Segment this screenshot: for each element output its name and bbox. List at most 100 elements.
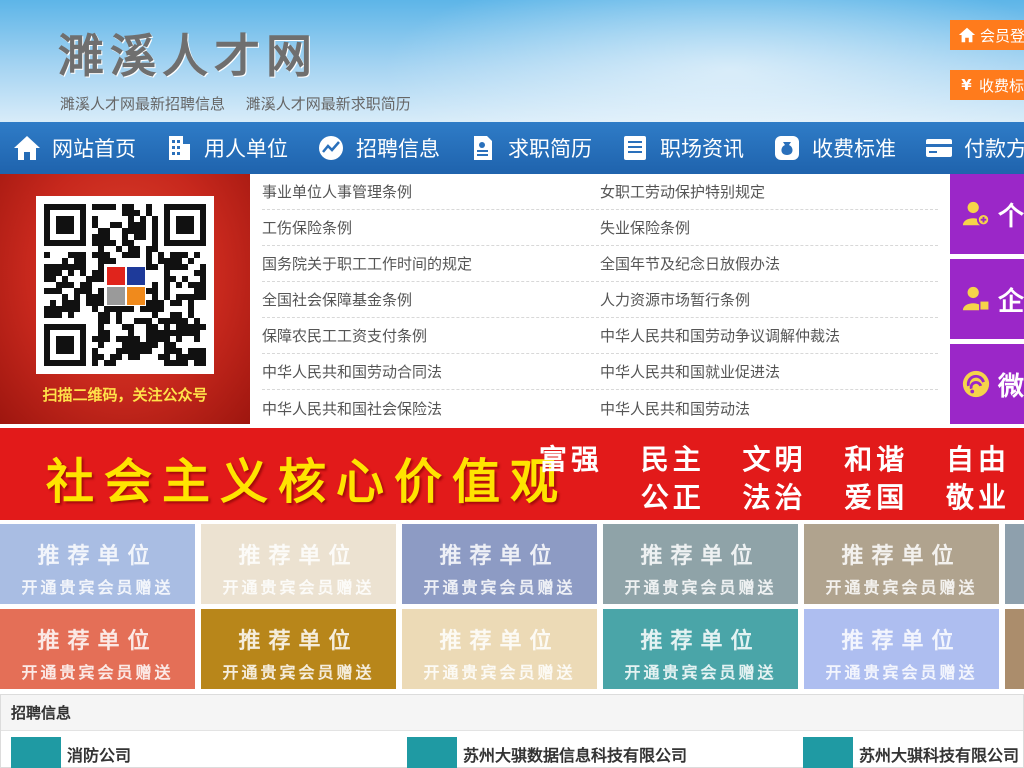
law-link[interactable]: 中华人民共和国劳动合同法 [262, 361, 600, 382]
recommend-subtitle: 开通贵宾会员赠送 [423, 578, 576, 597]
recommend-subtitle: 开通贵宾会员赠送 [1005, 659, 1024, 683]
law-link[interactable]: 中华人民共和国就业促进法 [600, 361, 938, 382]
value-word: 公正 [640, 481, 705, 514]
personal-login-button[interactable]: 个 [950, 174, 1024, 254]
recommend-title: 推荐单位 [238, 629, 359, 654]
law-row: 中华人民共和国社会保险法 中华人民共和国劳动法 [262, 390, 938, 426]
home-icon [12, 133, 42, 163]
qr-code [36, 196, 214, 374]
member-login-label: 会员登 [980, 26, 1024, 45]
nav-payment-label: 付款方式 [964, 137, 1024, 161]
value-word: 法治 [742, 481, 807, 514]
nav-jobs[interactable]: 招聘信息 [304, 122, 456, 174]
value-word: 民主 [640, 443, 705, 476]
recommend-tile[interactable]: 推荐单位开通贵宾会员赠送 [804, 524, 999, 604]
nav-fees[interactable]: 收费标准 [760, 122, 912, 174]
header-decoration [380, 0, 1024, 122]
recommend-tile[interactable]: 推荐单位开通贵宾会员赠送 [1005, 609, 1024, 689]
recommend-subtitle: 开通贵宾会员赠送 [222, 578, 375, 597]
recommend-title: 推荐单位 [640, 629, 761, 654]
qr-caption: 扫描二维码，关注公众号 [42, 386, 208, 404]
recommend-subtitle: 开通贵宾会员赠送 [1005, 574, 1024, 598]
company-item[interactable]: 苏州大骐数据信息科技有限公司 [407, 737, 687, 768]
law-link[interactable]: 中华人民共和国劳动争议调解仲裁法 [600, 325, 938, 346]
company-item[interactable]: 苏州大骐科技有限公司 [803, 737, 1019, 768]
recommend-title: 推荐单位 [37, 544, 158, 569]
recommend-subtitle: 开通贵宾会员赠送 [21, 663, 174, 682]
law-row: 全国社会保障基金条例 人力资源市场暂行条例 [262, 282, 938, 318]
yen-icon: ¥ [961, 76, 972, 94]
nav-resumes[interactable]: 求职简历 [456, 122, 608, 174]
law-link[interactable]: 工伤保险条例 [262, 217, 600, 238]
home-icon [958, 25, 976, 45]
recommend-subtitle: 开通贵宾会员赠送 [825, 663, 978, 682]
recommend-title: 推荐单位 [640, 544, 761, 569]
law-link[interactable]: 全国年节及纪念日放假办法 [600, 253, 938, 274]
company-logo [11, 737, 61, 768]
law-row: 保障农民工工资支付条例 中华人民共和国劳动争议调解仲裁法 [262, 318, 938, 354]
personal-label: 个 [997, 201, 1024, 232]
building-icon [164, 133, 194, 163]
value-word: 爱国 [844, 481, 909, 514]
fee-standard-button[interactable]: ¥ 收费标 [950, 70, 1024, 100]
nav-home[interactable]: 网站首页 [0, 122, 152, 174]
law-link[interactable]: 中华人民共和国劳动法 [600, 398, 938, 419]
nav-payment[interactable]: 付款方式 [912, 122, 1024, 174]
nav-home-label: 网站首页 [52, 137, 136, 161]
recommend-tile[interactable]: 推荐单位开通贵宾会员赠送 [201, 609, 396, 689]
recommend-tile[interactable]: 推荐单位开通贵宾会员赠送 [0, 524, 195, 604]
company-user-icon [960, 283, 992, 315]
company-logo [803, 737, 853, 768]
value-word: 和谐 [844, 443, 909, 476]
nav-employers[interactable]: 用人单位 [152, 122, 304, 174]
recommend-tile[interactable]: 推荐单位开通贵宾会员赠送 [1005, 524, 1024, 604]
recommend-tile[interactable]: 推荐单位开通贵宾会员赠送 [201, 524, 396, 604]
recommend-title: 推荐单位 [439, 544, 560, 569]
law-link[interactable]: 保障农民工工资支付条例 [262, 325, 600, 346]
company-name: 苏州大骐科技有限公司 [859, 746, 1020, 765]
wechat-button[interactable]: 微 [950, 344, 1024, 424]
recruitment-title: 招聘信息 [1, 695, 1023, 731]
value-word: 敬业 [945, 481, 1010, 514]
resume-icon [468, 133, 498, 163]
qr-promo: 扫描二维码，关注公众号 [0, 174, 250, 424]
recommend-tile[interactable]: 推荐单位开通贵宾会员赠送 [603, 524, 798, 604]
user-add-icon [960, 198, 992, 230]
recommend-title: 推荐单位 [37, 629, 158, 654]
core-values-banner: 社会主义核心价值观 富强 民主 文明 和谐 自由 公正 法治 爱国 敬业 [0, 428, 1024, 520]
law-link[interactable]: 女职工劳动保护特别规定 [600, 181, 938, 202]
recommend-tile[interactable]: 推荐单位开通贵宾会员赠送 [0, 609, 195, 689]
recommend-title: 推荐单位 [238, 544, 359, 569]
recruitment-section: 招聘信息 消防公司 苏州大骐数据信息科技有限公司 苏州大骐科技有限公司 [0, 694, 1024, 768]
law-link[interactable]: 中华人民共和国社会保险法 [262, 398, 600, 419]
nav-employers-label: 用人单位 [204, 137, 288, 161]
company-item[interactable]: 消防公司 [11, 737, 131, 768]
company-login-button[interactable]: 企 [950, 259, 1024, 339]
qr-code-image [44, 204, 206, 366]
law-link[interactable]: 事业单位人事管理条例 [262, 181, 600, 202]
latest-jobs-link[interactable]: 濉溪人才网最新招聘信息 [60, 95, 225, 113]
law-link[interactable]: 失业保险条例 [600, 217, 938, 238]
main-nav: 网站首页 用人单位 招聘信息 求职简历 职场资讯 收费标准 付款方 [0, 122, 1024, 174]
latest-resumes-link[interactable]: 濉溪人才网最新求职简历 [246, 95, 411, 113]
law-link[interactable]: 国务院关于职工工作时间的规定 [262, 253, 600, 274]
recommend-title: 推荐单位 [1005, 538, 1024, 570]
member-login-button[interactable]: 会员登 [950, 20, 1024, 50]
recommend-tile[interactable]: 推荐单位开通贵宾会员赠送 [402, 524, 597, 604]
value-word: 文明 [742, 443, 807, 476]
site-header: 濉溪人才网 濉溪人才网最新招聘信息 濉溪人才网最新求职简历 会员登 ¥ 收费标 [0, 0, 1024, 122]
site-logo[interactable]: 濉溪人才网 [58, 20, 318, 86]
law-links: 事业单位人事管理条例 女职工劳动保护特别规定 工伤保险条例 失业保险条例 国务院… [262, 174, 938, 424]
recommend-tile[interactable]: 推荐单位开通贵宾会员赠送 [804, 609, 999, 689]
wechat-icon [960, 368, 992, 400]
recommend-tile[interactable]: 推荐单位开通贵宾会员赠送 [402, 609, 597, 689]
law-link[interactable]: 全国社会保障基金条例 [262, 289, 600, 310]
values-row-2: 公正 法治 爱国 敬业 [617, 476, 1010, 516]
wechat-label: 微 [997, 371, 1024, 402]
company-name: 苏州大骐数据信息科技有限公司 [463, 746, 688, 765]
recommend-title: 推荐单位 [841, 629, 962, 654]
law-link[interactable]: 人力资源市场暂行条例 [600, 289, 938, 310]
recommend-tile[interactable]: 推荐单位开通贵宾会员赠送 [603, 609, 798, 689]
recommend-subtitle: 开通贵宾会员赠送 [423, 663, 576, 682]
nav-news[interactable]: 职场资讯 [608, 122, 760, 174]
